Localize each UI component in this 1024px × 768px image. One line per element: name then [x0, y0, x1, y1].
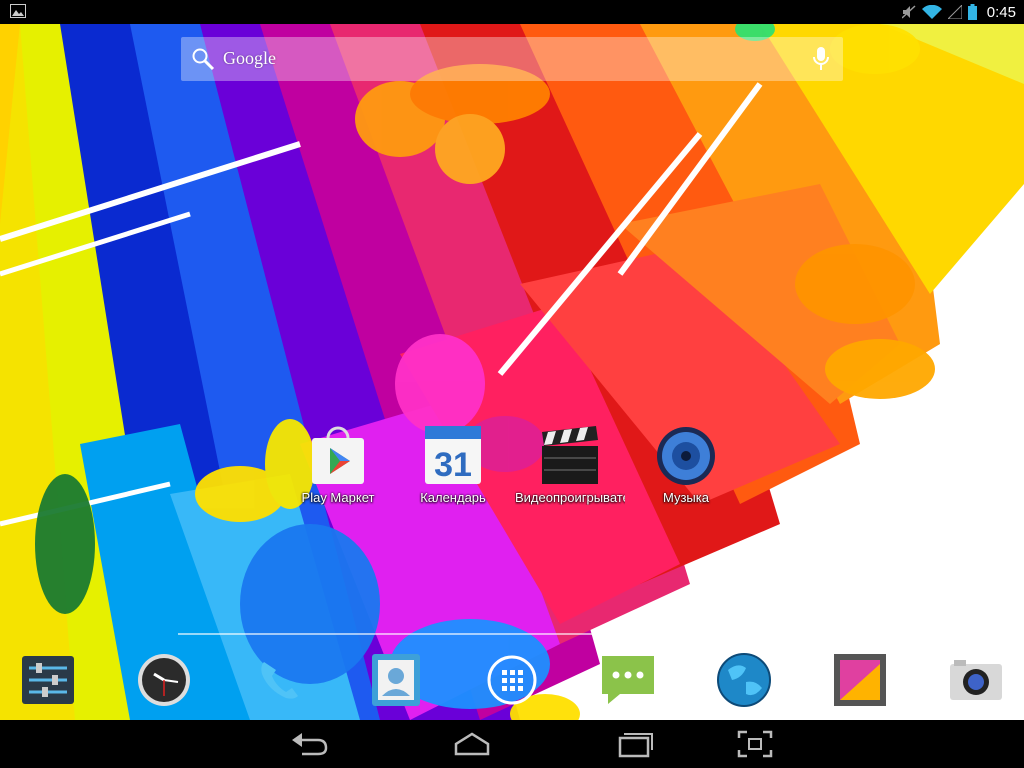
- contacts-icon: [372, 654, 420, 706]
- app-label: Календарь: [420, 490, 486, 505]
- dock-camera[interactable]: [948, 652, 1004, 708]
- status-time: 0:45: [986, 3, 1016, 21]
- play-store-icon: [312, 426, 364, 484]
- search-icon[interactable]: [191, 47, 215, 71]
- status-icons: 0:45: [901, 0, 1016, 24]
- messages-icon: [602, 656, 654, 704]
- gallery-icon: [834, 654, 886, 706]
- settings-icon: [22, 656, 74, 704]
- recent-apps-icon[interactable]: [612, 728, 656, 760]
- calendar-icon: 31: [425, 426, 481, 484]
- clapperboard-icon: [542, 426, 598, 484]
- dock-app-drawer[interactable]: [484, 652, 540, 708]
- dock-contacts[interactable]: [368, 652, 424, 708]
- signal-icon: [947, 5, 962, 19]
- clock-icon: [138, 654, 190, 706]
- status-bar: 0:45: [0, 0, 1024, 24]
- phone-icon: [261, 662, 298, 699]
- screenshot-icon[interactable]: [733, 728, 777, 760]
- app-drawer-icon: [487, 655, 537, 705]
- wallpaper: [0, 24, 1024, 720]
- dock-divider: [178, 633, 846, 635]
- app-video-player[interactable]: Видеопроигрыватель: [515, 424, 625, 505]
- google-search-bar[interactable]: Google: [181, 37, 843, 81]
- app-play-market[interactable]: Play Маркет: [283, 424, 393, 505]
- mute-icon: [901, 5, 916, 19]
- app-music[interactable]: Музыка: [631, 424, 741, 505]
- app-calendar[interactable]: 31 Календарь: [398, 424, 508, 505]
- navigation-bar: [0, 720, 1024, 768]
- dock-phone[interactable]: [252, 652, 308, 708]
- speaker-icon: [657, 427, 715, 485]
- back-icon[interactable]: [288, 728, 332, 760]
- dock-clock[interactable]: [136, 652, 192, 708]
- dock-messages[interactable]: [600, 652, 656, 708]
- camera-icon: [950, 660, 1002, 700]
- wifi-icon: [921, 5, 942, 19]
- dock-browser[interactable]: [716, 652, 772, 708]
- dock-settings[interactable]: [20, 652, 76, 708]
- search-placeholder[interactable]: Google: [223, 48, 276, 69]
- app-label: Музыка: [663, 490, 709, 505]
- calendar-day: 31: [434, 446, 472, 484]
- battery-icon: [967, 4, 977, 20]
- app-label: Видеопроигрыватель: [515, 490, 625, 505]
- mic-icon[interactable]: [811, 46, 831, 72]
- app-label: Play Маркет: [301, 490, 375, 505]
- image-notification-icon[interactable]: [10, 4, 26, 18]
- browser-globe-icon: [717, 653, 771, 707]
- home-icon[interactable]: [450, 728, 494, 760]
- dock-gallery[interactable]: [832, 652, 888, 708]
